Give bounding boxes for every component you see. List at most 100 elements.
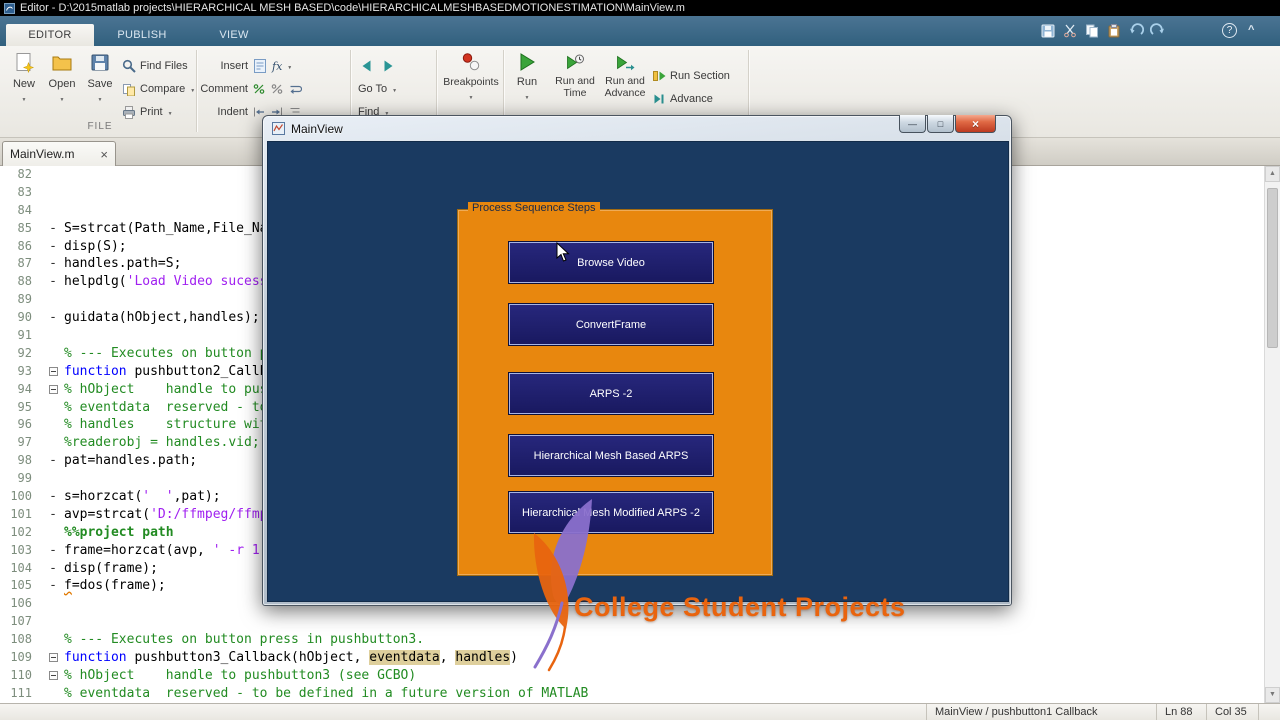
scroll-up-icon[interactable] bbox=[1265, 166, 1280, 182]
line-number: 98 bbox=[17, 453, 32, 468]
scroll-down-icon[interactable] bbox=[1265, 687, 1280, 703]
find-files-label: Find Files bbox=[140, 60, 188, 72]
window-titlebar[interactable]: Editor - D:\2015matlab projects\HIERARCH… bbox=[0, 0, 1280, 16]
dialog-button-hierarchical-mesh-based-arps[interactable]: Hierarchical Mesh Based ARPS bbox=[509, 435, 713, 476]
executable-line-marker: - bbox=[49, 489, 57, 505]
fold-marker-icon[interactable] bbox=[42, 381, 64, 399]
dropdown-arrow-icon bbox=[287, 60, 292, 72]
scrollbar-thumb[interactable] bbox=[1267, 188, 1278, 348]
run-and-advance-button[interactable]: Run and Advance bbox=[602, 49, 648, 99]
new-button[interactable]: New bbox=[6, 49, 42, 104]
tab-publish[interactable]: PUBLISH bbox=[96, 24, 188, 46]
line-number: 111 bbox=[10, 685, 32, 700]
executable-line-marker: - bbox=[49, 542, 57, 558]
run-button[interactable]: Run bbox=[508, 49, 546, 102]
fold-marker-icon[interactable] bbox=[42, 667, 64, 685]
code-text: frame=horzcat(avp, ' -r 1 bbox=[64, 542, 260, 558]
quick-access-paste-icon[interactable] bbox=[1106, 23, 1122, 39]
goto-button[interactable]: Go To bbox=[358, 81, 397, 97]
code-line[interactable]: 110 % hObject handle to pushbutton3 (see … bbox=[0, 667, 1264, 685]
run-and-time-icon bbox=[567, 54, 584, 70]
collapse-ribbon-icon[interactable]: ^ bbox=[1248, 24, 1254, 36]
editor-scrollbar[interactable] bbox=[1264, 166, 1280, 703]
fold-marker-icon[interactable] bbox=[42, 649, 64, 667]
breakpoints-button[interactable]: Breakpoints bbox=[440, 49, 502, 102]
dropdown-arrow-icon bbox=[22, 92, 27, 104]
comment-icon[interactable] bbox=[252, 82, 266, 96]
code-line[interactable]: 109 function pushbutton3_Callback(hObject… bbox=[0, 649, 1264, 667]
dropdown-arrow-icon bbox=[60, 92, 65, 104]
maximize-button[interactable]: □ bbox=[927, 115, 954, 133]
line-number: 104 bbox=[10, 560, 32, 575]
executable-line-marker: - bbox=[49, 560, 57, 576]
gutter-spacer bbox=[42, 613, 64, 631]
tab-view[interactable]: VIEW bbox=[190, 24, 278, 46]
line-number: 88 bbox=[17, 274, 32, 289]
quick-access-undo-icon[interactable] bbox=[1128, 23, 1145, 39]
open-button[interactable]: Open bbox=[44, 49, 80, 104]
code-line[interactable]: 111 % eventdata reserved - to be defined … bbox=[0, 685, 1264, 703]
code-line[interactable]: 108 % --- Executes on button press in pus… bbox=[0, 631, 1264, 649]
code-text: f=dos(frame); bbox=[64, 578, 166, 594]
watermark-text: College Student Projects bbox=[574, 592, 906, 622]
code-text: % --- Executes on button press in pushbu… bbox=[64, 632, 425, 648]
quick-access-cut-icon[interactable] bbox=[1062, 23, 1078, 39]
advance-label: Advance bbox=[670, 93, 713, 105]
run-and-time-button[interactable]: Run and Time bbox=[552, 49, 598, 99]
status-function-indicator: MainView / pushbutton1 Callback bbox=[926, 704, 1156, 720]
print-icon bbox=[123, 106, 135, 119]
dropdown-arrow-icon bbox=[469, 90, 474, 102]
run-and-time-label-2: Time bbox=[563, 87, 587, 99]
save-button[interactable]: Save bbox=[82, 49, 118, 104]
ribbon-tab-bar: EDITOR PUBLISH VIEW ? ^ bbox=[0, 16, 1280, 46]
uncomment-icon[interactable] bbox=[270, 82, 284, 96]
breakpoints-label: Breakpoints bbox=[443, 76, 499, 88]
find-files-button[interactable]: Find Files bbox=[122, 58, 188, 74]
goto-label: Go To bbox=[358, 83, 388, 95]
watermark-logo bbox=[533, 499, 592, 672]
dropdown-arrow-icon bbox=[168, 106, 173, 118]
compare-button[interactable]: Compare bbox=[122, 81, 195, 97]
dialog-button-browse-video[interactable]: Browse Video bbox=[509, 242, 713, 283]
code-text: disp(frame); bbox=[64, 560, 158, 576]
go-forward-icon[interactable] bbox=[380, 58, 396, 74]
print-button[interactable]: Print bbox=[122, 104, 173, 120]
run-icon bbox=[520, 53, 535, 71]
dialog-button-arps-2[interactable]: ARPS -2 bbox=[509, 373, 713, 414]
wrap-comments-icon[interactable] bbox=[288, 82, 302, 96]
line-number: 82 bbox=[17, 167, 32, 181]
help-icon[interactable]: ? bbox=[1222, 23, 1237, 38]
quick-access-redo-icon[interactable] bbox=[1149, 23, 1166, 39]
code-text: pat=handles.path; bbox=[64, 453, 198, 469]
indent-label: Indent bbox=[217, 106, 248, 118]
quick-access-save-icon[interactable] bbox=[1040, 23, 1056, 39]
close-tab-icon[interactable]: × bbox=[100, 148, 108, 161]
code-text: function pushbutton3_Callback(hObject, e… bbox=[64, 650, 518, 666]
gutter-spacer bbox=[42, 524, 64, 542]
mainview-window[interactable]: MainView — □ × Process Sequence Steps Br… bbox=[262, 115, 1012, 606]
document-tab-mainview[interactable]: MainView.m × bbox=[2, 141, 116, 166]
go-back-icon[interactable] bbox=[360, 58, 376, 74]
line-number: 84 bbox=[17, 202, 32, 217]
run-section-button[interactable]: Run Section bbox=[652, 68, 730, 84]
fold-marker-icon[interactable] bbox=[42, 363, 64, 381]
save-disk-icon bbox=[91, 54, 109, 71]
find-files-icon bbox=[122, 59, 136, 73]
group-separator bbox=[196, 50, 197, 132]
line-number: 100 bbox=[10, 489, 32, 504]
code-text: % hObject handle to pushbutton3 (see GCB… bbox=[64, 667, 417, 683]
gutter-spacer bbox=[42, 184, 64, 202]
advance-button[interactable]: Advance bbox=[652, 91, 713, 107]
insert-function-icon[interactable]: fx bbox=[272, 60, 282, 73]
dropdown-arrow-icon bbox=[98, 92, 103, 104]
file-group-label: FILE bbox=[87, 121, 113, 132]
comment-row[interactable]: Comment bbox=[200, 81, 302, 97]
quick-access-copy-icon[interactable] bbox=[1084, 23, 1100, 39]
minimize-button[interactable]: — bbox=[899, 115, 926, 133]
close-button[interactable]: × bbox=[955, 115, 996, 133]
tab-editor[interactable]: EDITOR bbox=[6, 24, 94, 46]
dialog-button-convertframe[interactable]: ConvertFrame bbox=[509, 304, 713, 345]
insert-row[interactable]: Insert fx bbox=[200, 58, 292, 74]
line-number: 90 bbox=[17, 310, 32, 325]
advance-icon bbox=[654, 94, 664, 104]
